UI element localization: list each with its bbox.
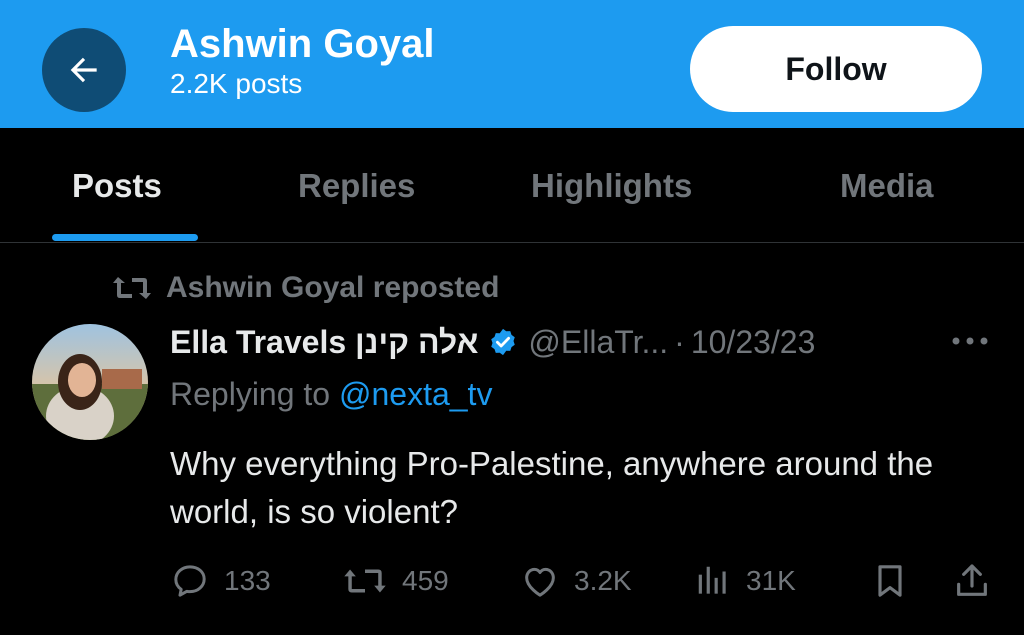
tab-posts[interactable]: Posts	[72, 166, 162, 206]
replying-to: Replying to @nexta_tv	[170, 374, 492, 414]
heart-icon	[525, 567, 555, 597]
author-handle[interactable]: @EllaTr...	[528, 322, 668, 362]
tweet-author-row: Ella Travels אלה קינן @EllaTr... · 10/23…	[170, 320, 815, 364]
bookmark-button[interactable]	[870, 556, 910, 606]
back-button[interactable]	[42, 28, 126, 112]
repost-count: 459	[402, 565, 449, 596]
profile-header: Ashwin Goyal 2.2K posts Follow	[0, 0, 1024, 128]
post-count: 2.2K posts	[170, 68, 303, 99]
avatar[interactable]	[32, 324, 148, 440]
views-button[interactable]: 31K	[694, 556, 796, 606]
reply-icon	[174, 565, 206, 597]
tab-replies[interactable]: Replies	[298, 166, 415, 206]
active-tab-indicator	[52, 234, 198, 241]
arrow-left-icon	[70, 57, 97, 83]
replying-handle-link[interactable]: @nexta_tv	[339, 376, 492, 412]
repost-button[interactable]: 459	[342, 556, 449, 606]
share-icon	[957, 564, 987, 596]
bookmark-icon	[878, 565, 902, 597]
repost-context: Ashwin Goyal reposted	[112, 270, 499, 306]
follow-button[interactable]: Follow	[690, 26, 982, 112]
repost-icon	[113, 277, 151, 299]
author-display-name[interactable]: Ella Travels אלה קינן	[170, 322, 478, 362]
reply-button[interactable]: 133	[170, 556, 271, 606]
reply-count: 133	[224, 565, 271, 596]
more-icon	[952, 337, 988, 345]
verified-badge-icon	[488, 327, 518, 357]
tab-highlights[interactable]: Highlights	[531, 166, 692, 206]
more-options-button[interactable]	[948, 326, 992, 356]
tweet-date[interactable]: 10/23/23	[691, 322, 816, 362]
repost-label: Ashwin Goyal reposted	[166, 271, 500, 304]
meta-separator: ·	[674, 324, 685, 360]
views-chart-icon	[698, 566, 726, 594]
tweet-actions: 133 459 3.2K 31K	[170, 556, 1000, 606]
tweet-text: Why everything Pro-Palestine, anywhere a…	[170, 445, 934, 530]
view-count: 31K	[746, 565, 796, 596]
like-button[interactable]: 3.2K	[520, 556, 632, 606]
share-button[interactable]	[952, 556, 992, 606]
tab-media[interactable]: Media	[840, 166, 934, 206]
replying-prefix: Replying to	[170, 376, 331, 412]
profile-name: Ashwin Goyal	[170, 22, 435, 66]
like-count: 3.2K	[574, 565, 632, 596]
repost-action-icon	[344, 569, 386, 593]
profile-tabs: Posts Replies Highlights Media	[0, 128, 1024, 243]
avatar-photo	[32, 324, 148, 440]
